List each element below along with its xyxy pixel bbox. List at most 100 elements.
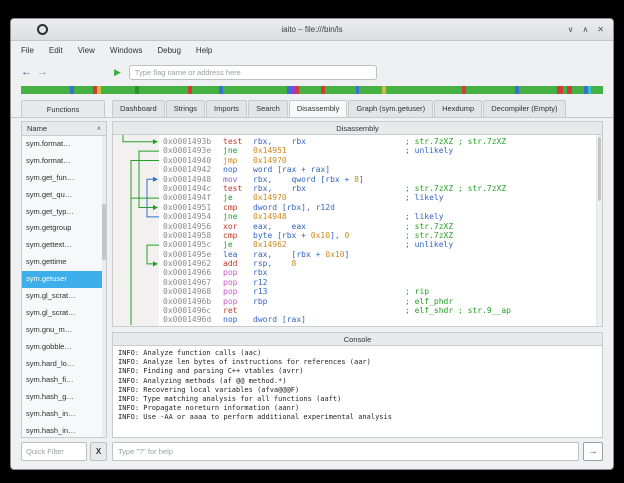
instruction-operand: rbx, rbx bbox=[253, 184, 306, 193]
function-item[interactable]: sym.get_fun… bbox=[22, 170, 106, 187]
function-item[interactable]: sym.hard_lo… bbox=[22, 356, 106, 373]
close-button[interactable]: ✕ bbox=[597, 25, 604, 34]
function-item[interactable]: sym.gl_scrat… bbox=[22, 288, 106, 305]
console-input[interactable] bbox=[112, 442, 579, 461]
instruction-address: 0x0001495e bbox=[159, 250, 223, 259]
scrollbar-handle[interactable] bbox=[598, 137, 601, 201]
disassembly-row[interactable]: 0x0001495cje0x14962; unlikely bbox=[159, 240, 602, 249]
forward-icon[interactable]: → bbox=[37, 67, 48, 78]
disassembly-row[interactable]: 0x00014948movrbx, qword [rbx + 8] bbox=[159, 175, 602, 184]
menubar: File Edit View Windows Debug Help bbox=[11, 41, 613, 60]
instruction-operand: rbx, qword [rbx + bbox=[253, 175, 354, 184]
function-item[interactable]: sym.hash_fi… bbox=[22, 372, 106, 389]
disassembly-row[interactable]: 0x0001495elearax, [rbx + 0x10] bbox=[159, 250, 602, 259]
menu-help[interactable]: Help bbox=[196, 46, 212, 55]
minimize-button[interactable]: ∨ bbox=[568, 25, 574, 34]
function-item[interactable]: sym.gnu_m… bbox=[22, 322, 106, 339]
scrollbar-handle[interactable] bbox=[102, 204, 106, 260]
instruction-mnemonic: add bbox=[223, 259, 253, 268]
disassembly-row[interactable]: 0x00014958cmpbyte [rbx + 0x10], 0; str.7… bbox=[159, 231, 602, 240]
tab-dashboard[interactable]: Dashboard bbox=[112, 100, 165, 117]
functions-dock-tab[interactable]: Functions bbox=[21, 100, 105, 117]
instruction-comment: ; str.7zXZ bbox=[405, 231, 453, 240]
disassembly-listing: 0x0001493btestrbx, rbx; str.7zXZ ; str.7… bbox=[159, 135, 602, 326]
instruction-mnemonic: jne bbox=[223, 212, 253, 221]
quick-filter-clear-button[interactable]: X bbox=[90, 442, 107, 461]
titlebar[interactable]: iaito – file:///bin/ls ∨ ∧ ✕ bbox=[11, 19, 613, 41]
function-item[interactable]: sym.getuser bbox=[22, 271, 106, 288]
disassembly-row[interactable]: 0x0001493btestrbx, rbx; str.7zXZ ; str.7… bbox=[159, 137, 602, 146]
memstrip-segment bbox=[572, 86, 583, 94]
disassembly-row[interactable]: 0x0001496cret; elf_shdr ; str.9__ap bbox=[159, 306, 602, 315]
disassembly-row[interactable]: 0x00014942nopword [rax + rax] bbox=[159, 165, 602, 174]
function-item[interactable]: sym.gettext… bbox=[22, 237, 106, 254]
functions-column-header[interactable]: Name ∧ bbox=[21, 121, 107, 136]
instruction-operand: 0x10 bbox=[311, 231, 330, 240]
disassembly-row[interactable]: 0x0001494fje0x14970; likely bbox=[159, 193, 602, 202]
tab-graph-sym-getuser[interactable]: Graph (sym.getuser) bbox=[348, 100, 433, 117]
function-item[interactable]: sym.gl_scrat… bbox=[22, 305, 106, 322]
disassembly-row[interactable]: 0x00014967popr12 bbox=[159, 278, 602, 287]
menu-file[interactable]: File bbox=[21, 46, 34, 55]
tab-decompiler-empty[interactable]: Decompiler (Empty) bbox=[483, 100, 565, 117]
function-item[interactable]: sym.format… bbox=[22, 153, 106, 170]
console-send-button[interactable]: → bbox=[583, 442, 603, 461]
instruction-mnemonic: pop bbox=[223, 268, 253, 277]
function-item[interactable]: sym.gettime bbox=[22, 254, 106, 271]
tab-search[interactable]: Search bbox=[248, 100, 288, 117]
back-icon[interactable]: ← bbox=[21, 67, 32, 78]
disassembly-row[interactable]: 0x00014962addrsp, 8 bbox=[159, 259, 602, 268]
functions-list: sym.format…sym.format…sym.get_fun…sym.ge… bbox=[21, 136, 107, 438]
menu-view[interactable]: View bbox=[78, 46, 95, 55]
tab-hexdump[interactable]: Hexdump bbox=[434, 100, 482, 117]
function-item[interactable]: sym.gobble… bbox=[22, 339, 106, 356]
address-search-input[interactable] bbox=[129, 65, 377, 80]
tab-strings[interactable]: Strings bbox=[166, 100, 205, 117]
instruction-address: 0x00014958 bbox=[159, 231, 223, 240]
function-item[interactable]: sym.format… bbox=[22, 136, 106, 153]
instruction-comment: ; str.7zXZ bbox=[405, 222, 453, 231]
disassembly-row[interactable]: 0x00014940jmp0x14970 bbox=[159, 156, 602, 165]
disassembly-row[interactable]: 0x0001496dnopdword [rax] bbox=[159, 315, 602, 324]
disassembly-row[interactable]: 0x00014954jne0x14948; likely bbox=[159, 212, 602, 221]
instruction-operand: rsp, bbox=[253, 259, 292, 268]
disassembly-row[interactable]: 0x00014966poprbx bbox=[159, 268, 602, 277]
memstrip-segment bbox=[192, 86, 219, 94]
content-column: Disassembly 0x0001493btestrbx, rbx; str.… bbox=[112, 121, 603, 461]
menu-debug[interactable]: Debug bbox=[157, 46, 181, 55]
disassembly-panel-title[interactable]: Disassembly bbox=[112, 121, 603, 135]
disassembly-row[interactable]: 0x00014956xoreax, eax; str.7zXZ bbox=[159, 222, 602, 231]
quick-filter-input[interactable] bbox=[21, 442, 87, 461]
function-item[interactable]: sym.get_typ… bbox=[22, 204, 106, 221]
function-item[interactable]: sym.get_qu… bbox=[22, 187, 106, 204]
memory-map-strip[interactable] bbox=[21, 86, 603, 94]
functions-scrollbar[interactable] bbox=[102, 136, 106, 437]
function-item[interactable]: sym.hash_g… bbox=[22, 389, 106, 406]
console-panel-title[interactable]: Console bbox=[112, 332, 603, 346]
tab-imports[interactable]: Imports bbox=[206, 100, 247, 117]
memstrip-segment bbox=[466, 86, 515, 94]
instruction-address: 0x00014962 bbox=[159, 259, 223, 268]
instruction-mnemonic: cmp bbox=[223, 231, 253, 240]
play-icon[interactable]: ▶ bbox=[114, 67, 121, 78]
disassembly-row[interactable]: 0x0001493ejne0x14951; unlikely bbox=[159, 146, 602, 155]
disassembly-row[interactable]: 0x00014951cmpdword [rbx], r12d bbox=[159, 203, 602, 212]
disassembly-scrollbar[interactable] bbox=[596, 135, 602, 326]
tab-disassembly[interactable]: Disassembly bbox=[289, 100, 348, 117]
disassembly-row[interactable]: 0x0001494ctestrbx, rbx; str.7zXZ ; str.7… bbox=[159, 184, 602, 193]
instruction-operand: rbx bbox=[253, 268, 267, 277]
disassembly-row[interactable]: 0x0001496bpoprbp; elf_phdr bbox=[159, 297, 602, 306]
function-item[interactable]: sym.hash_in… bbox=[22, 406, 106, 423]
instruction-operand: 0 bbox=[345, 231, 350, 240]
disassembly-row[interactable]: 0x00014968popr13; rip bbox=[159, 287, 602, 296]
instruction-operand: 0x14970 bbox=[253, 193, 287, 202]
menu-windows[interactable]: Windows bbox=[110, 46, 142, 55]
console-line: INFO: Analyze len bytes of instructions … bbox=[118, 358, 597, 367]
menu-edit[interactable]: Edit bbox=[49, 46, 63, 55]
function-item[interactable]: sym.getgroup bbox=[22, 220, 106, 237]
console-panel: Console INFO: Analyze function calls (aa… bbox=[112, 332, 603, 461]
instruction-address: 0x00014940 bbox=[159, 156, 223, 165]
function-item[interactable]: sym.hash_in… bbox=[22, 423, 106, 438]
instruction-address: 0x0001496d bbox=[159, 315, 223, 324]
maximize-button[interactable]: ∧ bbox=[582, 25, 588, 34]
